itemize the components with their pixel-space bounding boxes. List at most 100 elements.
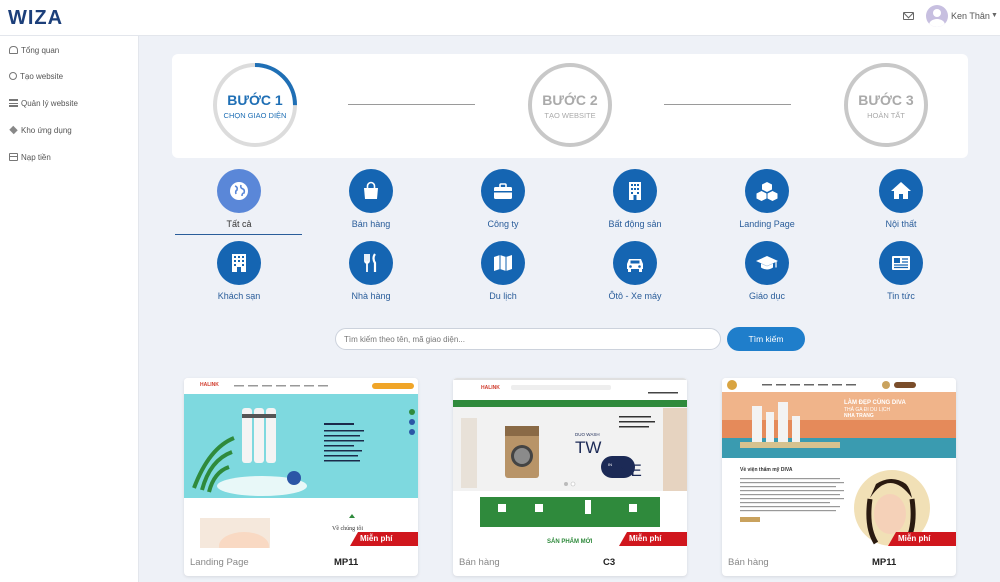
template-thumbnail: HALINK Về chúng tôi [184,378,418,548]
category-label: Tin tức [887,291,915,301]
dashboard-icon [9,46,18,54]
step-1: BƯỚC 1 CHỌN GIAO DIỆN [212,62,298,148]
template-banner-word: TW [575,438,602,457]
category-sales[interactable]: Bán hàng [316,169,426,239]
template-brand: HALINK [481,385,500,391]
logo-text: WIZA [8,7,64,29]
category-label: Bất động sản [608,219,662,229]
category-label: Công ty [487,219,519,229]
step-2: BƯỚC 2 TẠO WEBSITE [527,62,613,148]
category-circle [349,241,393,285]
step-subtitle: CHỌN GIAO DIỆN [223,111,287,120]
category-restaurant[interactable]: Nhà hàng [316,241,426,311]
category-landing-page[interactable]: Landing Page [712,169,822,239]
category-education[interactable]: Giáo dục [712,241,822,311]
mail-icon[interactable] [903,12,914,20]
template-banner-title: LÀM ĐẸP CÙNG DIVA [844,400,906,406]
user-name[interactable]: Ken Thân [951,11,990,21]
sidebar: Tổng quan Tạo website Quản lý website Kh… [0,36,139,582]
category-all[interactable]: Tất cả [184,169,294,239]
globe-icon [9,72,17,80]
car-icon [627,259,643,272]
template-heading: Về viện thẩm mỹ DIVA [740,467,793,473]
template-card[interactable]: HALINK DUO WASH TW ONE IN SẢN PHẨM MỚI M… [453,378,687,576]
sidebar-item-label: Tổng quan [21,45,60,55]
template-thumbnail: HALINK DUO WASH TW ONE IN SẢN PHẨM MỚI [453,378,687,548]
category-circle [879,169,923,213]
category-label: Du lịch [489,291,517,301]
sidebar-item-app-store[interactable]: Kho ứng dụng [9,123,72,137]
top-bar: WIZA Ken Thân ▼ [0,0,1000,36]
credit-card-icon [9,153,18,161]
category-label: Landing Page [739,219,795,229]
free-badge: Miễn phí [888,532,956,546]
template-heading: Về chúng tôi [332,526,363,532]
step-connector [664,104,791,105]
sidebar-item-label: Quản lý website [21,98,78,108]
steps-panel: BƯỚC 1 CHỌN GIAO DIỆN BƯỚC 2 TẠO WEBSITE… [172,54,968,158]
template-category: Bán hàng [728,557,769,568]
template-thumbnail: LÀM ĐẸP CÙNG DIVA THẢ GA ĐI DU LỊCH NHA … [722,378,956,548]
category-circle [745,241,789,285]
category-real-estate[interactable]: Bất động sản [580,169,690,239]
search-input[interactable] [335,328,721,350]
logo[interactable]: WIZA [8,7,63,30]
category-circle [481,241,525,285]
step-connector [348,104,475,105]
step-title: BƯỚC 2 [542,92,598,108]
category-circle [217,169,261,213]
sidebar-item-label: Nạp tiền [21,152,51,162]
step-subtitle: TẠO WEBSITE [544,111,596,120]
selected-category-underline [175,234,302,235]
cubes-icon [756,182,778,201]
template-code: C3 [603,557,616,568]
template-card[interactable]: LÀM ĐẸP CÙNG DIVA THẢ GA ĐI DU LỊCH NHA … [722,378,956,576]
category-label: Tất cả [226,219,252,229]
category-circle [879,241,923,285]
template-banner-place: NHA TRANG [844,413,874,419]
building-icon [629,182,641,200]
graduation-cap-icon [756,256,778,270]
sidebar-item-create-website[interactable]: Tạo website [9,69,63,83]
template-category: Landing Page [190,557,249,568]
category-circle [613,169,657,213]
template-preview-image [453,378,687,548]
step-title: BƯỚC 3 [858,92,914,108]
avatar[interactable] [926,5,948,27]
category-label: Nội thất [885,219,917,229]
category-news[interactable]: Tin tức [846,241,956,311]
category-travel[interactable]: Du lịch [448,241,558,311]
template-code: MP11 [872,557,897,568]
free-badge: Miễn phí [350,532,418,546]
template-brand: HALINK [200,382,219,388]
shopping-bag-icon [364,181,378,199]
category-company[interactable]: Công ty [448,169,558,239]
category-circle [349,169,393,213]
cubes-icon [9,125,18,135]
category-circle [481,169,525,213]
newspaper-icon [892,256,910,270]
category-label: Giáo dục [748,291,786,301]
search-button[interactable]: Tìm kiếm [727,327,805,351]
category-hotel[interactable]: Khách sạn [184,241,294,311]
template-preview-image [722,378,956,548]
category-furniture[interactable]: Nội thất [846,169,956,239]
step-subtitle: HOÀN TẤT [867,111,905,120]
step-3: BƯỚC 3 HOÀN TẤT [843,62,929,148]
template-banner-word: IN [608,462,612,467]
sidebar-item-manage-website[interactable]: Quản lý website [9,96,78,110]
list-icon [9,99,18,107]
briefcase-icon [494,183,512,199]
sidebar-item-top-up[interactable]: Nạp tiền [9,150,51,164]
chevron-down-icon[interactable]: ▼ [991,12,998,19]
sidebar-item-overview[interactable]: Tổng quan [9,43,59,57]
category-circle [745,169,789,213]
hotel-icon [232,254,246,272]
category-auto-moto[interactable]: Ôtô - Xe máy [580,241,690,311]
sidebar-item-label: Tạo website [20,71,64,81]
home-icon [891,182,911,199]
template-card[interactable]: HALINK Về chúng tôi Miễn phí Landing Pag… [184,378,418,576]
utensils-icon [364,253,377,272]
step-title: BƯỚC 1 [227,92,283,108]
category-circle [217,241,261,285]
